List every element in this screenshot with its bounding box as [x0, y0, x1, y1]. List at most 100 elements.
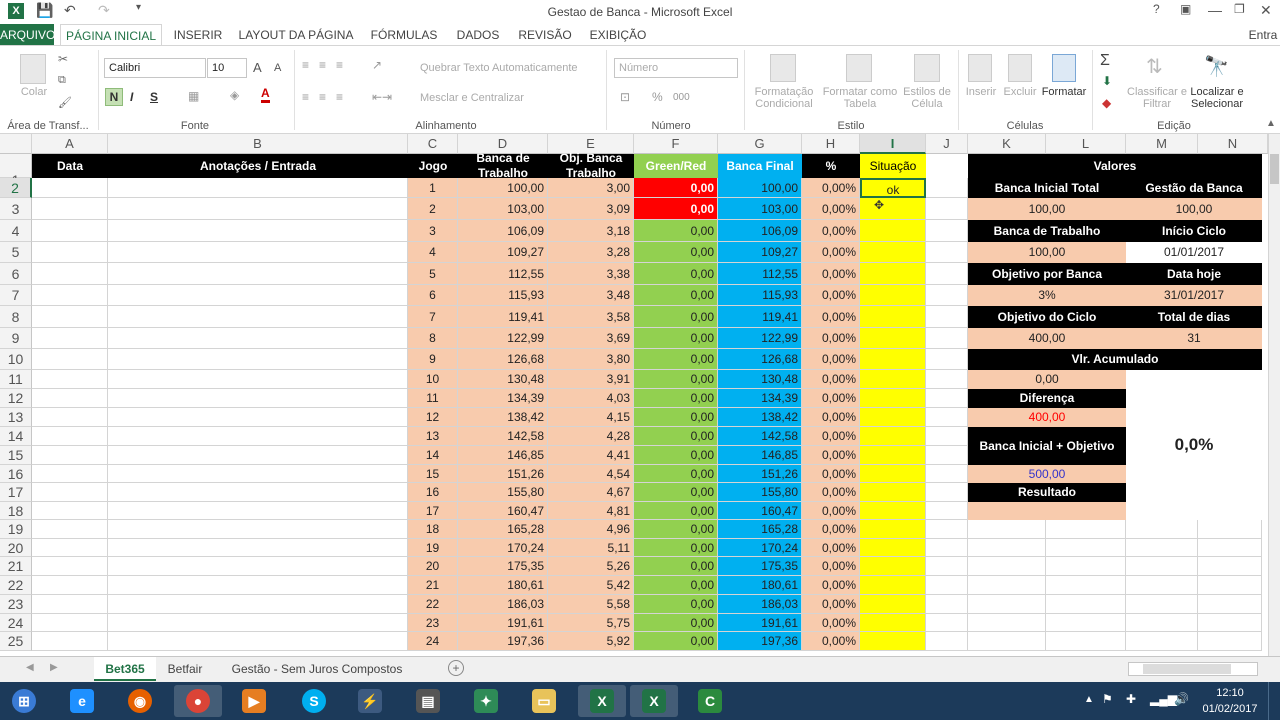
cell-j[interactable]: [926, 446, 968, 465]
cell-green-red[interactable]: 0,00: [634, 178, 718, 198]
cell-data[interactable]: [32, 539, 108, 557]
merge-center-button[interactable]: Mesclar e Centralizar: [420, 92, 524, 104]
cell-percent[interactable]: 0,00%: [802, 446, 860, 465]
cell-situacao[interactable]: [860, 242, 926, 263]
tab-layout[interactable]: LAYOUT DA PÁGINA: [236, 24, 356, 46]
cell-j[interactable]: [926, 370, 968, 389]
tray-expand-icon[interactable]: ▲: [1084, 694, 1094, 705]
cut-icon[interactable]: ✂: [58, 52, 68, 66]
cell-green-red[interactable]: 0,00: [634, 306, 718, 328]
cell-anotacoes[interactable]: [108, 306, 408, 328]
cell-anotacoes[interactable]: [108, 178, 408, 198]
cell-obj-banca[interactable]: 4,15: [548, 408, 634, 427]
cell-green-red[interactable]: 0,00: [634, 263, 718, 285]
cell-anotacoes[interactable]: [108, 632, 408, 651]
cell-data[interactable]: [32, 557, 108, 576]
cell-anotacoes[interactable]: [108, 328, 408, 349]
cell-green-red[interactable]: 0,00: [634, 242, 718, 263]
insert-cells-icon[interactable]: [968, 54, 992, 82]
format-table-button[interactable]: Formatar como Tabela: [820, 86, 900, 110]
horizontal-align-icons[interactable]: ≡≡≡: [302, 90, 353, 104]
spreadsheet-grid[interactable]: ABCDEFGHIJKLMN 1234567891011121314151617…: [0, 134, 1280, 656]
row-header[interactable]: 23: [0, 595, 32, 614]
camtasia-taskbar-icon[interactable]: C: [686, 685, 734, 717]
cell-percent[interactable]: 0,00%: [802, 306, 860, 328]
cell-banca-trabalho[interactable]: 170,24: [458, 539, 548, 557]
cell-empty[interactable]: [1046, 520, 1126, 539]
cell-empty[interactable]: [1046, 539, 1126, 557]
cell-anotacoes[interactable]: [108, 198, 408, 220]
cell-situacao[interactable]: [860, 632, 926, 651]
cell-anotacoes[interactable]: [108, 595, 408, 614]
tray-app-icon[interactable]: ✚: [1126, 692, 1136, 706]
cell-banca-trabalho[interactable]: 103,00: [458, 198, 548, 220]
active-cell-situacao[interactable]: ok: [860, 178, 926, 198]
cell-green-red[interactable]: 0,00: [634, 557, 718, 576]
cell-empty[interactable]: [1046, 614, 1126, 632]
cell-situacao[interactable]: [860, 306, 926, 328]
insert-cells-button[interactable]: Inserir: [962, 86, 1000, 98]
cell-jogo[interactable]: 15: [408, 465, 458, 483]
column-header-l[interactable]: L: [1046, 134, 1126, 154]
cell-j[interactable]: [926, 614, 968, 632]
cell-anotacoes[interactable]: [108, 220, 408, 242]
cell-banca-final[interactable]: 180,61: [718, 576, 802, 595]
cell-data[interactable]: [32, 427, 108, 446]
cell-banca-final[interactable]: 122,99: [718, 328, 802, 349]
cell-green-red[interactable]: 0,00: [634, 595, 718, 614]
cell-anotacoes[interactable]: [108, 539, 408, 557]
cell-anotacoes[interactable]: [108, 408, 408, 427]
cell-obj-banca[interactable]: 4,28: [548, 427, 634, 446]
minimize-icon[interactable]: —: [1208, 2, 1222, 18]
row-header[interactable]: 2: [0, 178, 32, 198]
tab-exibicao[interactable]: EXIBIÇÃO: [586, 24, 650, 46]
cell-j[interactable]: [926, 198, 968, 220]
cell-percent[interactable]: 0,00%: [802, 242, 860, 263]
cell-banca-trabalho[interactable]: 180,61: [458, 576, 548, 595]
cell-banca-final[interactable]: 146,85: [718, 446, 802, 465]
cell-jogo[interactable]: 21: [408, 576, 458, 595]
format-cells-button[interactable]: Formatar: [1040, 86, 1088, 98]
cell-jogo[interactable]: 16: [408, 483, 458, 502]
excel-taskbar-icon[interactable]: X: [578, 685, 626, 717]
cell-empty[interactable]: [1198, 632, 1262, 651]
column-header-n[interactable]: N: [1198, 134, 1268, 154]
cell-banca-final[interactable]: 126,68: [718, 349, 802, 370]
tab-inserir[interactable]: INSERIR: [170, 24, 226, 46]
cell-situacao[interactable]: [860, 446, 926, 465]
sort-filter-button[interactable]: Classificar e Filtrar: [1126, 86, 1188, 110]
cell-obj-banca[interactable]: 3,80: [548, 349, 634, 370]
cell-situacao[interactable]: [860, 370, 926, 389]
cell-jogo[interactable]: 4: [408, 242, 458, 263]
clear-icon[interactable]: ◆: [1102, 96, 1111, 110]
shrink-font-icon[interactable]: A: [274, 62, 281, 74]
cell-data[interactable]: [32, 285, 108, 306]
bold-button[interactable]: N: [105, 88, 123, 106]
cell-jogo[interactable]: 10: [408, 370, 458, 389]
find-select-icon[interactable]: 🔭: [1204, 54, 1229, 79]
cell-data[interactable]: [32, 465, 108, 483]
cell-banca-final[interactable]: 138,42: [718, 408, 802, 427]
cell-j[interactable]: [926, 502, 968, 520]
cell-data[interactable]: [32, 370, 108, 389]
cell-banca-trabalho[interactable]: 160,47: [458, 502, 548, 520]
cell-green-red[interactable]: 0,00: [634, 539, 718, 557]
cell-situacao[interactable]: [860, 539, 926, 557]
cell-j[interactable]: [926, 595, 968, 614]
row-header[interactable]: 4: [0, 220, 32, 242]
chrome-taskbar-icon[interactable]: ●: [174, 685, 222, 717]
cell-banca-final[interactable]: 170,24: [718, 539, 802, 557]
skype-taskbar-icon[interactable]: S: [290, 685, 338, 717]
cell-situacao[interactable]: [860, 427, 926, 446]
collapse-ribbon-icon[interactable]: ▲: [1266, 118, 1276, 129]
cell-empty[interactable]: [1046, 632, 1126, 651]
format-cells-icon[interactable]: [1052, 54, 1076, 82]
cell-banca-final[interactable]: 151,26: [718, 465, 802, 483]
cell-anotacoes[interactable]: [108, 576, 408, 595]
row-header[interactable]: 6: [0, 263, 32, 285]
cell-obj-banca[interactable]: 3,28: [548, 242, 634, 263]
delete-cells-button[interactable]: Excluir: [1000, 86, 1040, 98]
column-header-k[interactable]: K: [968, 134, 1046, 154]
cell-situacao[interactable]: [860, 483, 926, 502]
media-player-taskbar-icon[interactable]: ▶: [230, 685, 278, 717]
